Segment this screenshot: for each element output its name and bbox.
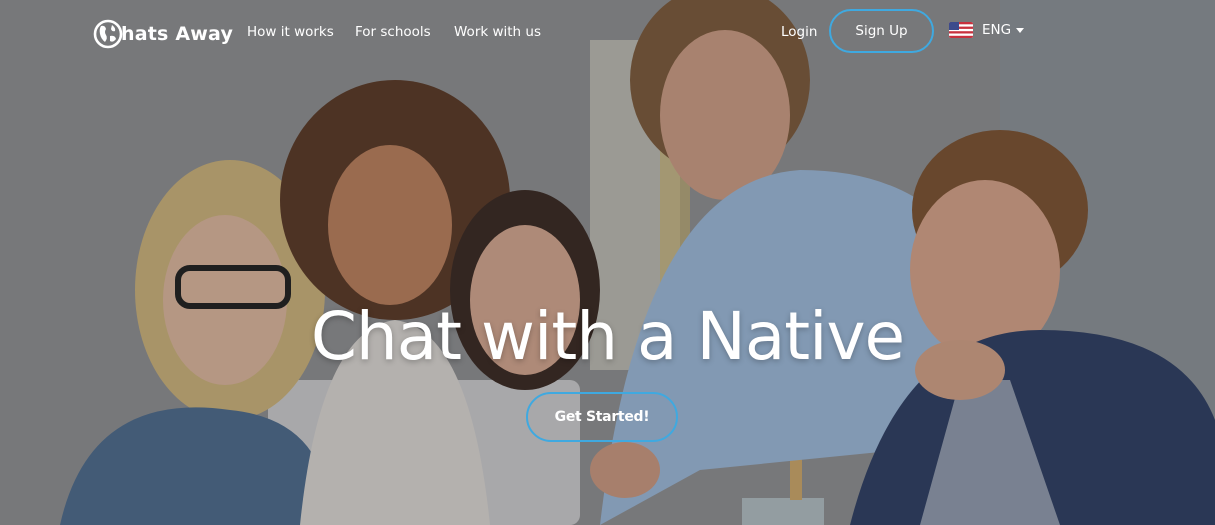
language-label: ENG	[982, 22, 1012, 38]
language-selector[interactable]: ENG	[949, 22, 1025, 38]
brand-logo[interactable]: hats Away	[93, 17, 233, 51]
dark-overlay	[0, 0, 1215, 525]
signup-button[interactable]: Sign Up	[829, 9, 934, 53]
top-navbar: hats Away How it works For schools Work …	[0, 0, 1215, 65]
brand-name: hats Away	[121, 23, 234, 45]
nav-link-how-it-works[interactable]: How it works	[247, 24, 334, 40]
caret-down-icon	[1016, 27, 1025, 33]
us-flag-icon	[949, 22, 973, 38]
login-link[interactable]: Login	[781, 24, 817, 40]
hero-headline: Chat with a Native	[310, 298, 905, 375]
hero-section: hats Away How it works For schools Work …	[0, 0, 1215, 525]
globe-logo-icon	[93, 19, 123, 49]
nav-link-for-schools[interactable]: For schools	[355, 24, 431, 40]
nav-link-work-with-us[interactable]: Work with us	[454, 24, 541, 40]
get-started-button[interactable]: Get Started!	[526, 392, 678, 442]
